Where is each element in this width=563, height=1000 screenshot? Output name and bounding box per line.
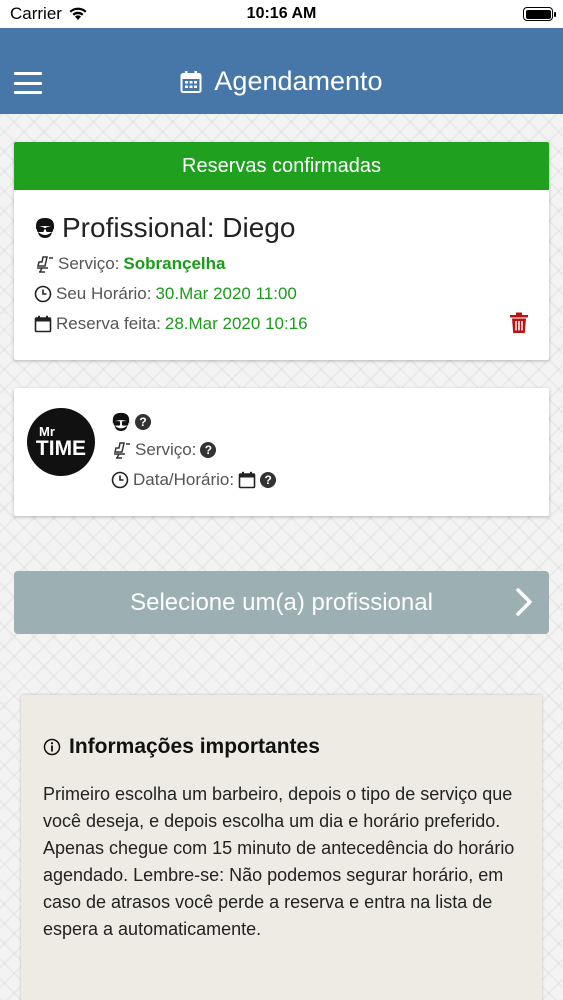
selection-service-line: Serviço: ?	[111, 440, 217, 460]
info-text: Primeiro escolha um barbeiro, depois o t…	[43, 784, 515, 939]
professional-line: Profissional: Diego	[34, 212, 295, 244]
page-title: Agendamento	[214, 66, 383, 96]
time-line: Seu Horário: 30.Mar 2020 11:00	[34, 284, 297, 304]
clock-icon	[34, 285, 52, 303]
clock-icon	[111, 471, 129, 489]
selection-card: Mr TIME ? Serviço: ? Data/Horário: ?	[14, 388, 549, 516]
reservation-card: Reservas confirmadas Profissional: Diego…	[14, 142, 549, 360]
battery-icon	[523, 7, 556, 21]
nav-title-group: Agendamento	[0, 66, 563, 97]
selection-service-label: Serviço:	[135, 440, 197, 459]
barber-chair-icon	[37, 256, 53, 273]
calendar-small-icon	[238, 471, 256, 489]
booked-value: 28.Mar 2020 10:16	[164, 314, 308, 333]
wifi-icon	[69, 7, 87, 20]
service-value: Sobrançelha	[123, 254, 226, 273]
shop-logo: Mr TIME	[27, 408, 95, 476]
booked-label: Reserva feita:	[56, 314, 161, 333]
barber-chair-icon	[114, 442, 130, 459]
barber-face-icon	[112, 412, 130, 432]
status-bar: Carrier 10:16 AM	[0, 0, 563, 28]
professional-name: Profissional: Diego	[62, 212, 296, 243]
trash-icon[interactable]	[509, 312, 529, 339]
carrier-label: Carrier	[10, 4, 62, 23]
chevron-right-icon	[516, 588, 532, 616]
service-label: Serviço:	[58, 254, 120, 273]
selection-professional-line: ?	[111, 412, 151, 432]
question-circle-icon[interactable]: ?	[200, 442, 217, 458]
selection-datetime-label: Data/Horário:	[133, 470, 235, 489]
select-professional-button[interactable]: Selecione um(a) profissional	[14, 571, 549, 634]
question-circle-icon[interactable]: ?	[135, 414, 151, 430]
time-value: 30.Mar 2020 11:00	[155, 284, 297, 303]
reservation-header: Reservas confirmadas	[14, 142, 549, 190]
info-title: Informações importantes	[69, 735, 320, 758]
logo-main-text: TIME	[35, 437, 87, 460]
navbar: Agendamento	[0, 28, 563, 114]
barber-face-icon	[36, 218, 54, 238]
calendar-icon	[180, 70, 202, 93]
calendar-small-icon	[34, 315, 52, 333]
info-title-row: Informações importantes	[43, 735, 520, 759]
select-professional-label: Selecione um(a) profissional	[130, 588, 433, 616]
info-circle-icon	[43, 738, 61, 756]
booked-line: Reserva feita: 28.Mar 2020 10:16	[34, 314, 308, 334]
question-circle-icon[interactable]: ?	[260, 472, 277, 488]
selection-datetime-line: Data/Horário: ?	[111, 470, 277, 490]
service-line: Serviço: Sobrançelha	[34, 254, 225, 274]
time-label: Seu Horário:	[56, 284, 152, 303]
status-left: Carrier	[10, 4, 88, 24]
important-info-box: Informações importantes Primeiro escolha…	[21, 695, 542, 1000]
